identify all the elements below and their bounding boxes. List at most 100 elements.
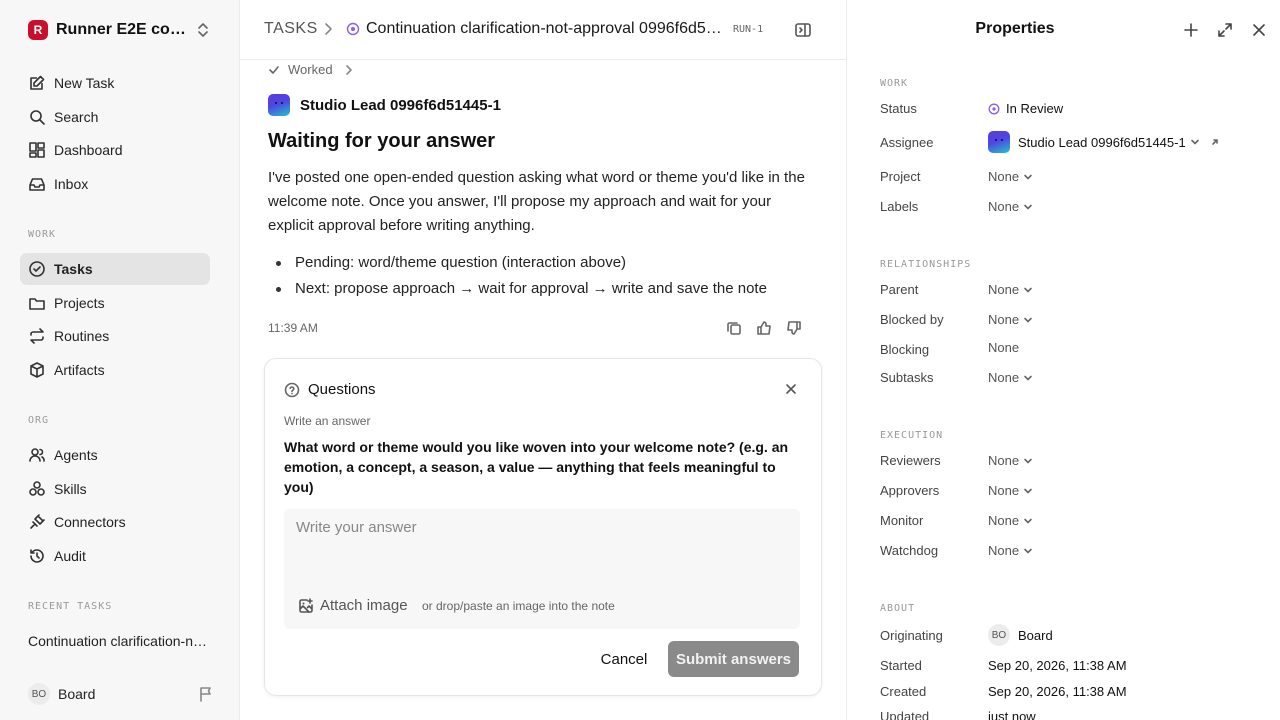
watchdog-dropdown[interactable]: None <box>988 543 1033 558</box>
answer-input[interactable] <box>296 519 786 559</box>
subtasks-dropdown[interactable]: None <box>988 370 1033 385</box>
monitor-dropdown[interactable]: None <box>988 513 1033 528</box>
nav-label: Skills <box>54 481 87 497</box>
close-icon[interactable] <box>1251 22 1267 38</box>
nav-label: Search <box>54 109 99 125</box>
nav-label: Inbox <box>54 176 89 192</box>
worked-label: Worked <box>288 62 333 77</box>
recent-task-item[interactable]: Continuation clarification-not-approval … <box>28 633 210 649</box>
blocking-text: None <box>988 340 1020 355</box>
properties-panel: Properties WORK Status In Review Assigne… <box>846 0 1280 720</box>
thumbs-down-icon[interactable] <box>786 320 802 336</box>
dashboard-icon <box>28 141 46 159</box>
section-label-org: ORG <box>28 415 50 426</box>
edit-icon <box>28 74 46 92</box>
subtasks-label: Subtasks <box>880 370 934 385</box>
attach-hint: or drop/paste an image into the note <box>422 599 615 613</box>
check-icon <box>268 64 280 76</box>
copy-icon[interactable] <box>726 320 742 336</box>
close-icon[interactable] <box>785 383 797 395</box>
attach-image-button[interactable]: Attach image <box>298 597 408 614</box>
updated-value: just now <box>988 709 1036 720</box>
nav-label: Agents <box>54 447 98 463</box>
submit-answers-button[interactable]: Submit answers <box>668 641 799 677</box>
nav-label: New Task <box>54 75 115 91</box>
worked-toggle[interactable]: Worked <box>268 62 353 77</box>
expand-icon[interactable] <box>1217 22 1233 38</box>
thumbs-up-icon[interactable] <box>756 320 772 336</box>
monitor-value: None <box>988 513 1020 528</box>
blocked-by-dropdown[interactable]: None <box>988 312 1033 327</box>
nav-agents[interactable]: Agents <box>20 439 210 471</box>
monitor-label: Monitor <box>880 513 924 528</box>
run-badge: RUN-1 <box>733 24 764 35</box>
updated-label: Updated <box>880 709 930 720</box>
author-name: Studio Lead 0996f6d51445-1 <box>300 96 501 114</box>
chevron-down-icon <box>1023 315 1033 325</box>
project-value: None <box>988 169 1020 184</box>
nav-artifacts[interactable]: Artifacts <box>20 354 210 386</box>
nav-new-task[interactable]: New Task <box>20 67 210 99</box>
box-icon <box>28 361 46 379</box>
nav-label: Artifacts <box>54 362 105 378</box>
folder-icon <box>28 294 46 312</box>
status-value[interactable]: In Review <box>988 101 1063 116</box>
approvers-dropdown[interactable]: None <box>988 483 1033 498</box>
nav-inbox[interactable]: Inbox <box>20 168 210 200</box>
list-item: Pending: word/theme question (interactio… <box>268 250 828 276</box>
history-icon <box>28 547 46 565</box>
chevron-down-icon <box>1023 486 1033 496</box>
assignee-value[interactable]: Studio Lead 0996f6d51445-1 <box>988 131 1220 153</box>
reviewers-value: None <box>988 453 1020 468</box>
section-label-about: ABOUT <box>880 603 916 614</box>
user-row[interactable]: BO Board <box>28 683 214 705</box>
cancel-button[interactable]: Cancel <box>591 642 657 676</box>
assignee-label: Assignee <box>880 135 934 150</box>
workspace-switcher[interactable]: R Runner E2E continuation <box>28 18 214 42</box>
nav-connectors[interactable]: Connectors <box>20 506 210 538</box>
nav-projects[interactable]: Projects <box>20 287 210 319</box>
status-in-review-icon <box>988 103 1000 115</box>
questions-header: Questions <box>284 381 376 398</box>
user-avatar: BO <box>28 683 50 705</box>
nav-skills[interactable]: Skills <box>20 473 210 505</box>
reviewers-dropdown[interactable]: None <box>988 453 1033 468</box>
add-icon[interactable] <box>1183 22 1199 38</box>
status-text: In Review <box>1006 101 1064 116</box>
panel-toggle-icon[interactable] <box>794 21 812 39</box>
chevron-down-icon <box>1023 456 1033 466</box>
nav-routines[interactable]: Routines <box>20 320 210 352</box>
parent-dropdown[interactable]: None <box>988 282 1033 297</box>
question-text: What word or theme would you like woven … <box>284 439 789 495</box>
project-label: Project <box>880 169 921 184</box>
blocking-label: Blocking <box>880 342 930 357</box>
task-title: Continuation clarification-not-approval … <box>366 20 722 37</box>
nav-search[interactable]: Search <box>20 101 210 133</box>
external-link-icon[interactable] <box>1210 137 1220 147</box>
breadcrumb-tasks[interactable]: TASKS <box>264 20 318 38</box>
agent-avatar <box>988 131 1010 153</box>
nav-audit[interactable]: Audit <box>20 540 210 572</box>
status-label: Status <box>880 101 917 116</box>
chevron-down-icon <box>1023 285 1033 295</box>
nav-label: Audit <box>54 548 86 564</box>
created-value: Sep 20, 2026, 11:38 AM <box>988 684 1127 699</box>
project-dropdown[interactable]: None <box>988 169 1033 184</box>
sidebar: R Runner E2E continuation New Task Searc… <box>0 0 240 720</box>
blocking-value: None <box>988 340 1019 355</box>
labels-dropdown[interactable]: None <box>988 199 1033 214</box>
labels-value: None <box>988 199 1020 214</box>
nav-label: Routines <box>54 328 110 344</box>
chevron-up-down-icon <box>196 22 210 38</box>
workspace-name: Runner E2E continuation <box>56 21 188 38</box>
blocked-by-value: None <box>988 312 1020 327</box>
chevron-down-icon <box>1023 202 1033 212</box>
labels-label: Labels <box>880 199 919 214</box>
nav-dashboard[interactable]: Dashboard <box>20 134 210 166</box>
nav-tasks[interactable]: Tasks <box>20 253 210 285</box>
message-timestamp: 11:39 AM <box>268 321 318 335</box>
section-label-work: WORK <box>880 78 909 89</box>
flag-icon[interactable] <box>198 686 214 702</box>
user-name: Board <box>58 686 96 702</box>
message-author: Studio Lead 0996f6d51445-1 <box>268 94 501 116</box>
